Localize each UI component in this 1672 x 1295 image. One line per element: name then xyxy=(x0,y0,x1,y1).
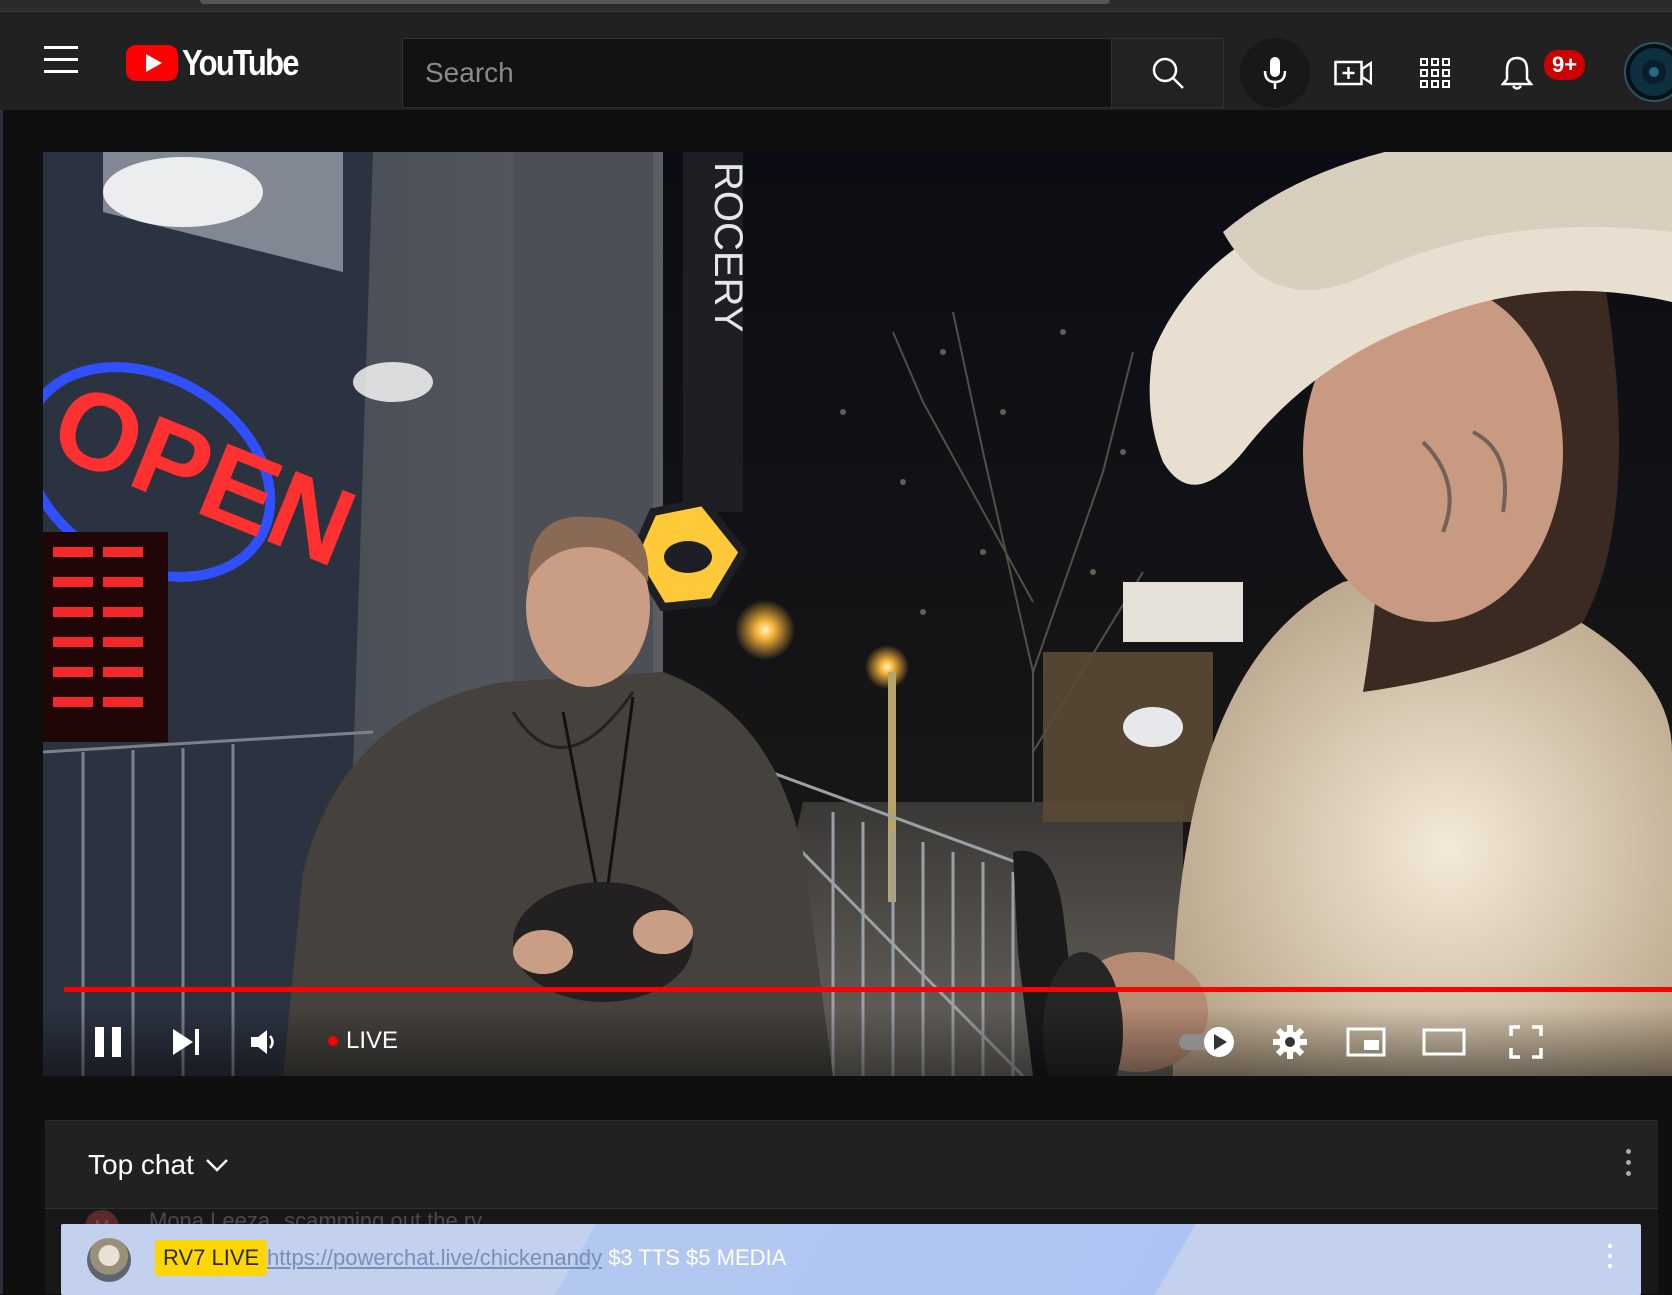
miniplayer-button[interactable] xyxy=(1341,1017,1391,1067)
masthead: YouTube 9+ xyxy=(0,12,1672,110)
chat-header: Top chat xyxy=(45,1121,1658,1209)
pinned-author-badge: RV7 LIVE xyxy=(155,1240,268,1276)
search-button[interactable] xyxy=(1112,38,1224,108)
voice-search-button[interactable] xyxy=(1240,38,1310,108)
live-label: LIVE xyxy=(346,1027,399,1054)
logo-text: YouTube xyxy=(182,42,300,83)
chat-title: Top chat xyxy=(88,1149,194,1180)
notifications-button[interactable] xyxy=(1492,48,1542,98)
chat-mode-selector[interactable]: Top chat xyxy=(88,1149,230,1181)
fullscreen-button[interactable] xyxy=(1501,1017,1551,1067)
bell-icon xyxy=(1501,56,1533,90)
pinned-link[interactable]: https://powerchat.live/chickenandy xyxy=(267,1245,602,1270)
video-frame: OPEN ROCERY xyxy=(43,152,1672,1076)
search-icon xyxy=(1152,57,1184,89)
player-controls: LIVE xyxy=(43,1007,1672,1076)
fullscreen-icon xyxy=(1509,1025,1543,1059)
pinned-message-text: https://powerchat.live/chickenandy $3 TT… xyxy=(267,1245,786,1271)
pinned-author-avatar xyxy=(87,1238,131,1282)
autoplay-toggle-icon xyxy=(1179,1027,1234,1057)
skip-next-icon xyxy=(173,1029,199,1055)
chevron-down-icon xyxy=(205,1159,228,1172)
next-button[interactable] xyxy=(161,1017,211,1067)
pause-icon xyxy=(95,1027,121,1057)
pinned-more-button[interactable] xyxy=(1605,1244,1615,1276)
pause-button[interactable] xyxy=(83,1017,133,1067)
youtube-play-icon xyxy=(126,45,178,81)
miniplayer-icon xyxy=(1346,1027,1386,1057)
settings-button[interactable] xyxy=(1265,1017,1315,1067)
autoplay-toggle[interactable] xyxy=(1173,1017,1243,1067)
volume-icon xyxy=(251,1030,274,1054)
mute-button[interactable] xyxy=(239,1017,289,1067)
theater-mode-icon xyxy=(1422,1028,1466,1056)
theater-mode-button[interactable] xyxy=(1419,1017,1469,1067)
create-video-button[interactable] xyxy=(1328,48,1378,98)
notification-badge: 9+ xyxy=(1542,48,1588,82)
window-edge xyxy=(0,110,3,1294)
live-indicator[interactable]: LIVE xyxy=(328,1027,398,1055)
live-dot-icon xyxy=(328,1036,338,1046)
grocery-sign: ROCERY xyxy=(706,162,750,332)
video-add-icon xyxy=(1334,60,1372,86)
video-player[interactable]: OPEN ROCERY LIVE xyxy=(43,152,1672,1076)
account-avatar[interactable] xyxy=(1624,42,1672,102)
search-input[interactable] xyxy=(402,38,1112,108)
mic-icon xyxy=(1263,57,1287,89)
search-bar xyxy=(402,38,1224,108)
apps-button[interactable] xyxy=(1410,48,1460,98)
browser-tab-strip[interactable] xyxy=(200,0,1110,4)
chat-more-button[interactable] xyxy=(1618,1149,1638,1185)
apps-grid-icon xyxy=(1420,58,1450,88)
pinned-message: RV7 LIVE https://powerchat.live/chickena… xyxy=(61,1224,1641,1295)
youtube-logo[interactable]: YouTube xyxy=(126,42,317,84)
pinned-suffix: $3 TTS $5 MEDIA xyxy=(602,1245,787,1270)
browser-frame xyxy=(0,0,1672,12)
gear-icon xyxy=(1273,1025,1307,1059)
menu-icon[interactable] xyxy=(44,46,84,76)
live-chat: Top chat M Mona Leeza scamming out the r… xyxy=(45,1120,1658,1295)
progress-bar[interactable] xyxy=(64,987,1672,992)
